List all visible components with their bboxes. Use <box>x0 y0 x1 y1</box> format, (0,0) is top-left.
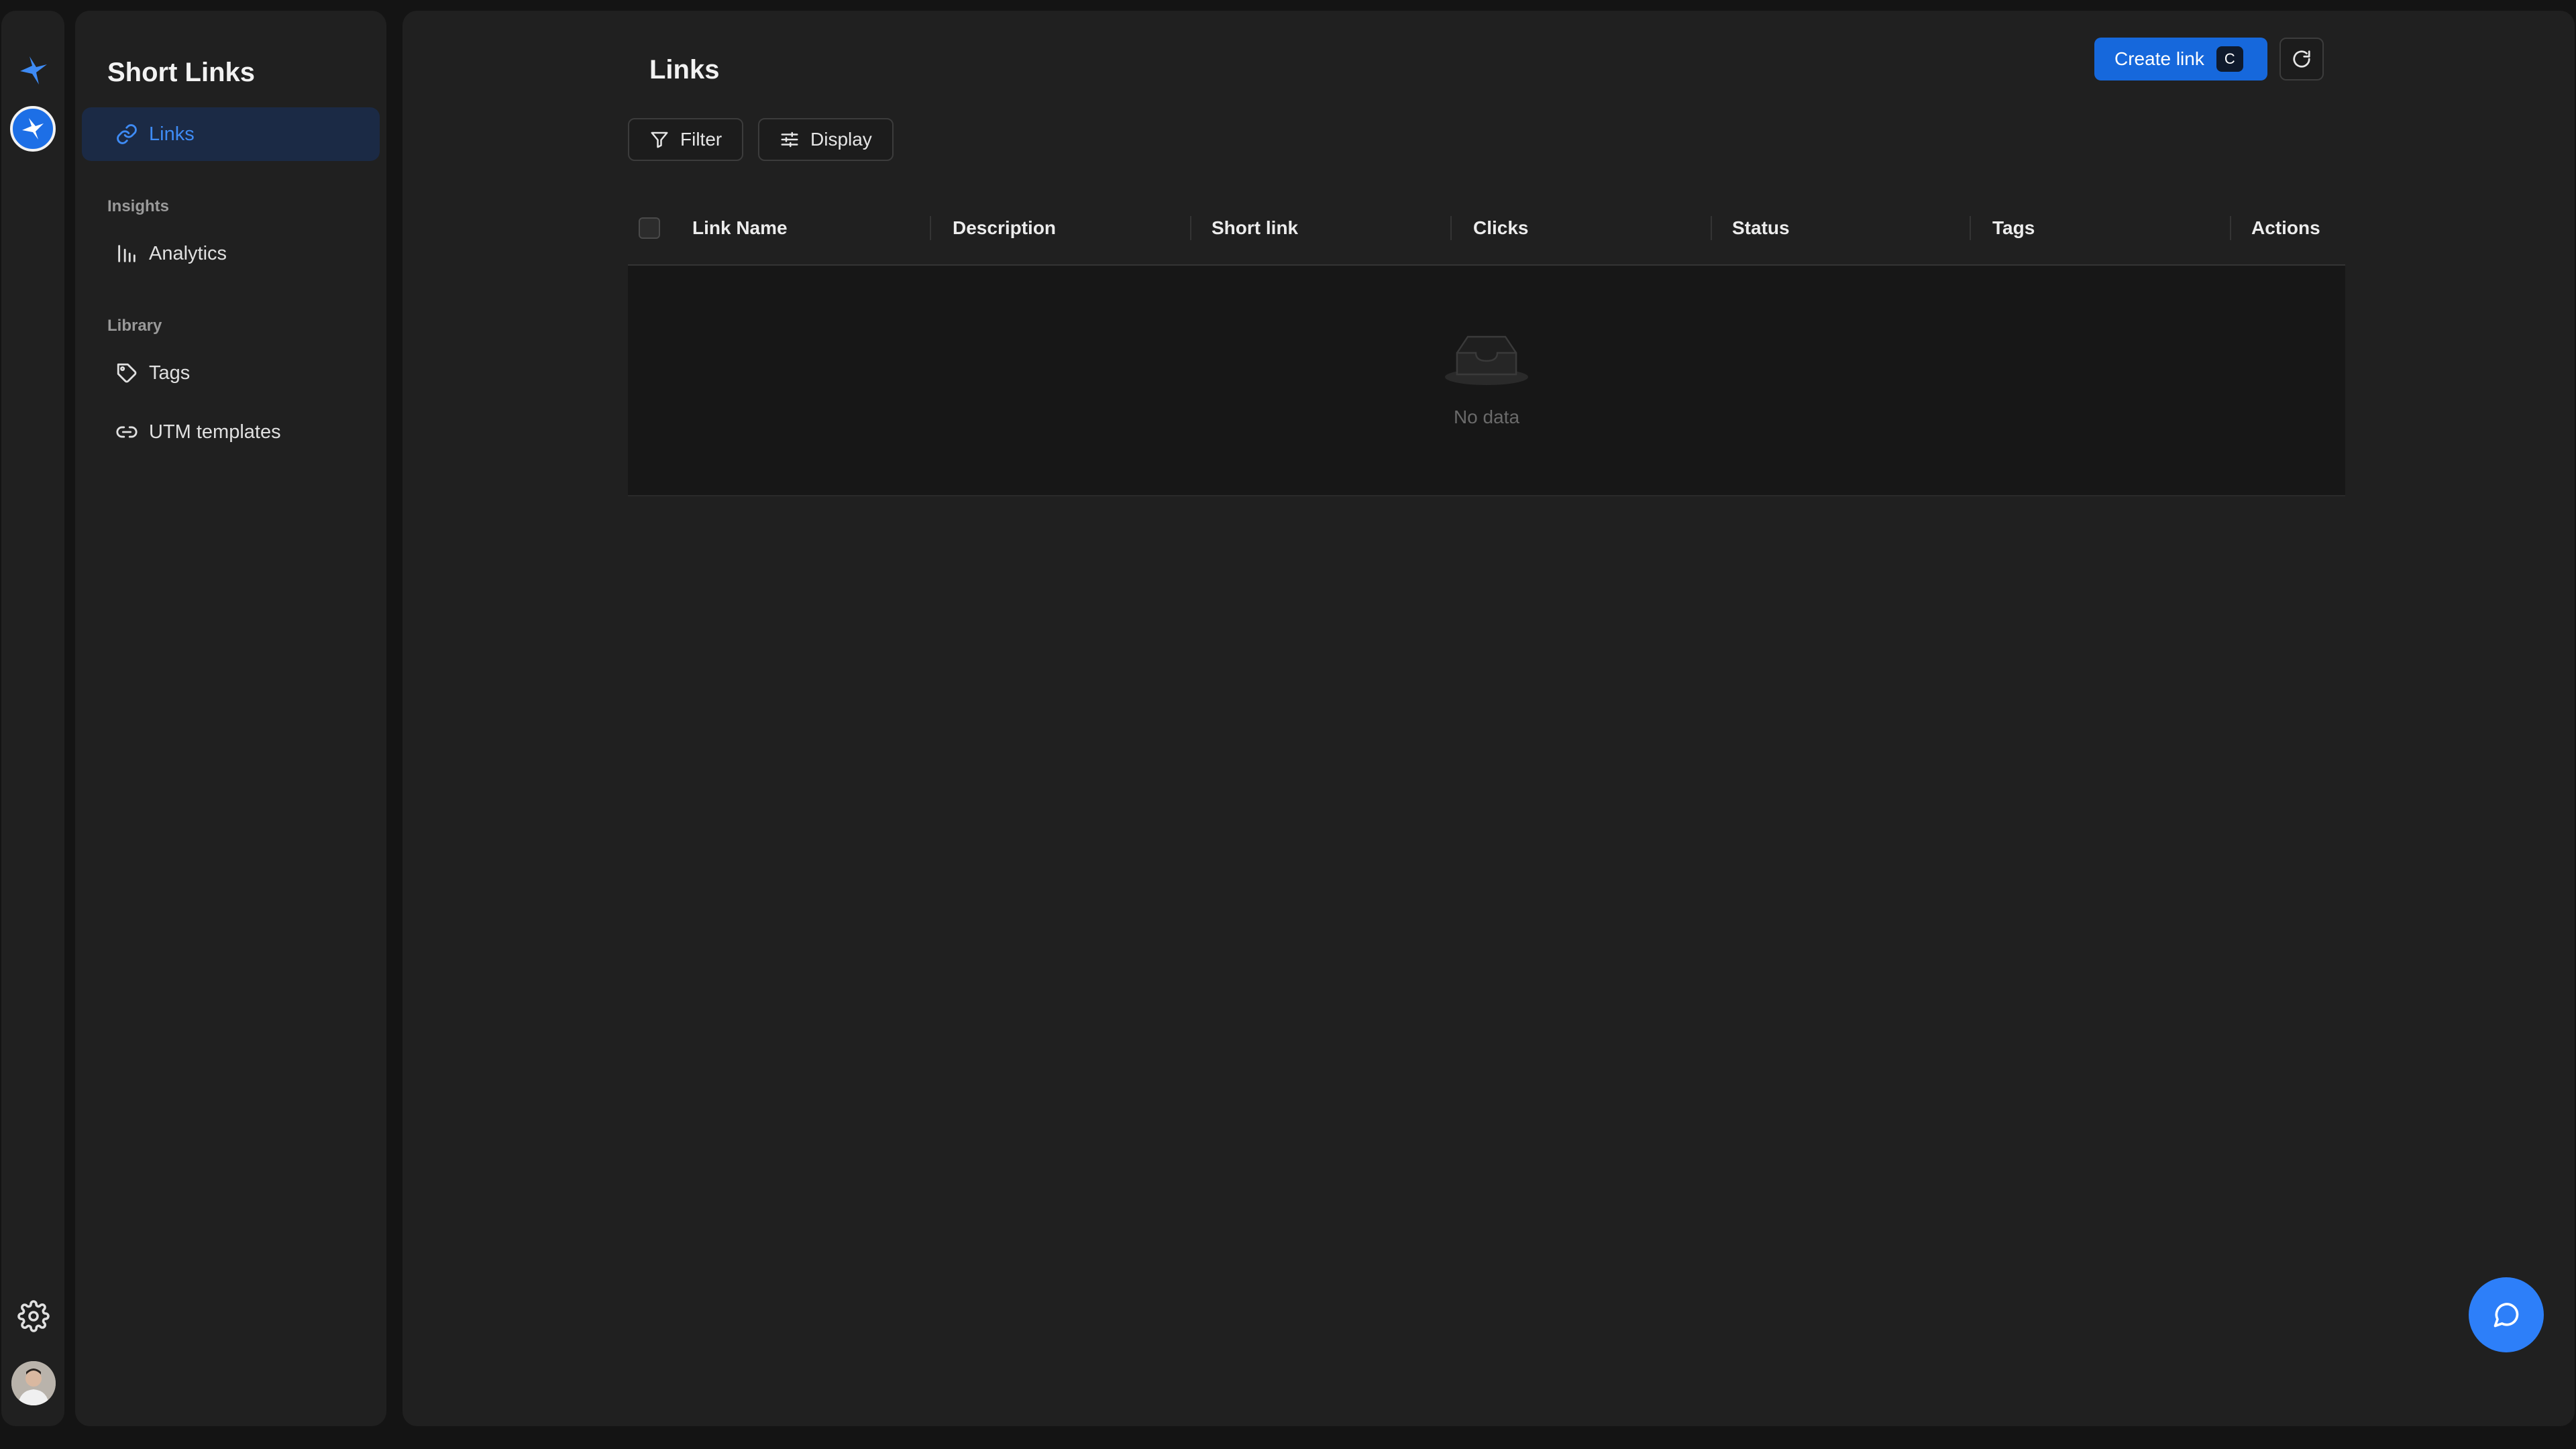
section-label-insights: Insights <box>107 197 170 215</box>
links-table: Link Name Description Short link Clicks … <box>628 191 2345 496</box>
workspace-avatar-icon[interactable] <box>10 106 56 152</box>
column-divider[interactable] <box>1970 216 1971 240</box>
settings-gear-icon[interactable] <box>17 1300 50 1332</box>
sidebar-item-label: UTM templates <box>149 421 281 443</box>
keyboard-shortcut-badge: C <box>2216 46 2243 72</box>
column-divider[interactable] <box>1450 216 1452 240</box>
bar-chart-icon <box>115 242 138 265</box>
main-panel: Links Create link C Filter Display Link … <box>402 11 2575 1426</box>
column-header-link-name[interactable]: Link Name <box>692 191 788 266</box>
refresh-icon <box>2292 49 2312 69</box>
sidebar-item-label: Analytics <box>149 242 227 264</box>
column-header-actions: Actions <box>2251 217 2320 238</box>
column-divider[interactable] <box>930 216 931 240</box>
chat-support-button[interactable] <box>2469 1277 2544 1352</box>
table-body-empty: No data <box>628 266 2345 496</box>
app-rail <box>1 11 64 1426</box>
column-header-short-link[interactable]: Short link <box>1212 191 1298 266</box>
create-link-label: Create link <box>2114 48 2204 69</box>
table-header: Link Name Description Short link Clicks … <box>628 191 2345 266</box>
link-icon <box>115 123 138 146</box>
column-header-status[interactable]: Status <box>1732 191 1790 266</box>
app-logo-icon[interactable] <box>13 51 52 90</box>
empty-state-text: No data <box>1453 407 1520 427</box>
sidebar: Short Links Links Insights Analytics Lib… <box>75 11 386 1426</box>
sidebar-item-links[interactable]: Links <box>82 107 380 161</box>
chat-bubble-icon <box>2491 1300 2521 1330</box>
empty-inbox-icon <box>1444 326 1529 386</box>
filter-icon <box>649 129 669 150</box>
column-divider[interactable] <box>2230 216 2231 240</box>
column-header-description[interactable]: Description <box>953 191 1056 266</box>
filter-button[interactable]: Filter <box>628 118 744 161</box>
sidebar-item-label: Links <box>149 123 195 145</box>
sidebar-title: Short Links <box>107 58 256 87</box>
sidebar-item-tags[interactable]: Tags <box>82 346 380 400</box>
sidebar-item-label: Tags <box>149 362 191 384</box>
filter-label: Filter <box>680 129 722 150</box>
link-icon <box>115 421 138 443</box>
sliders-icon <box>780 129 800 150</box>
tag-icon <box>115 362 138 384</box>
column-header-clicks[interactable]: Clicks <box>1473 191 1529 266</box>
user-avatar[interactable] <box>11 1361 56 1405</box>
sidebar-item-utm-templates[interactable]: UTM templates <box>82 405 380 459</box>
sidebar-item-analytics[interactable]: Analytics <box>82 227 380 280</box>
column-header-tags[interactable]: Tags <box>1992 191 2035 266</box>
section-label-library: Library <box>107 317 162 335</box>
create-link-button[interactable]: Create link C <box>2094 38 2267 80</box>
refresh-button[interactable] <box>2279 38 2324 80</box>
select-all-checkbox[interactable] <box>639 217 660 239</box>
display-button[interactable]: Display <box>758 118 894 161</box>
page-title: Links <box>649 55 720 85</box>
column-divider[interactable] <box>1190 216 1191 240</box>
column-divider[interactable] <box>1711 216 1712 240</box>
display-label: Display <box>810 129 872 150</box>
